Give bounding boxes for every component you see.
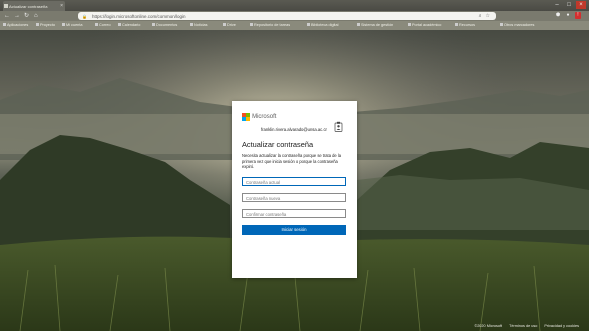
forward-icon[interactable]: → xyxy=(14,12,20,20)
bookmark-item[interactable]: Repositorio de tareas xyxy=(250,23,290,27)
privacy-link[interactable]: Privacidad y cookies xyxy=(544,324,579,328)
home-icon[interactable]: ⌂ xyxy=(34,12,38,20)
browser-toolbar: ← → ↻ ⌂ 🔒 https://login.microsoftonline.… xyxy=(0,11,589,21)
microsoft-logo: Microsoft xyxy=(242,113,276,121)
bookmark-item[interactable]: Calendario xyxy=(118,23,140,27)
extension-area: ⬢ ● ! xyxy=(555,12,581,19)
address-bar[interactable]: 🔒 https://login.microsoftonline.com/comm… xyxy=(78,12,496,20)
search-icon[interactable]: ⌕ xyxy=(479,12,482,20)
bookmark-item[interactable]: Sistema de gestión xyxy=(357,23,393,27)
bookmarks-bar: Aplicaciones Proyecto Mi cuenta Correo C… xyxy=(0,21,589,30)
tab-favicon-icon xyxy=(4,4,8,8)
maximize-icon[interactable]: □ xyxy=(564,1,574,9)
bookmark-item[interactable]: Documentos xyxy=(152,23,177,27)
logo-text: Microsoft xyxy=(252,113,277,120)
bookmark-item[interactable]: Portal académico xyxy=(408,23,441,27)
address-url: https://login.microsoftonline.com/common… xyxy=(92,13,186,19)
star-icon[interactable]: ☆ xyxy=(486,12,490,20)
bookmark-item[interactable]: Recursos xyxy=(455,23,475,27)
logo-square-green xyxy=(246,113,250,117)
bookmark-item[interactable]: Proyecto xyxy=(36,23,55,27)
login-card: Microsoft franklin.rivera.alvarado@unsa.… xyxy=(232,101,357,278)
terms-link[interactable]: Términos de uso xyxy=(509,324,537,328)
tab-close-icon[interactable]: × xyxy=(60,3,63,9)
copyright-text: ©2020 Microsoft xyxy=(474,324,503,328)
bookmark-item[interactable]: Mi cuenta xyxy=(62,23,82,27)
lock-icon: 🔒 xyxy=(82,13,87,19)
bookmark-item[interactable]: Aplicaciones xyxy=(3,23,28,27)
profile-icon[interactable]: ● xyxy=(565,12,571,19)
logo-square-yellow xyxy=(246,117,250,121)
microsoft-logo-icon xyxy=(242,113,250,121)
sign-in-button[interactable]: Iniciar sesión xyxy=(242,225,346,235)
account-email: franklin.rivera.alvarado@unsa.ac.cr xyxy=(261,127,327,132)
browser-titlebar: Actualizar contraseña × – □ × xyxy=(0,0,589,11)
notification-badge-icon[interactable]: ! xyxy=(575,12,581,19)
account-badge-icon xyxy=(334,121,343,132)
reload-icon[interactable]: ↻ xyxy=(24,12,29,20)
bookmark-item[interactable]: Correo xyxy=(95,23,111,27)
tab-title: Actualizar contraseña xyxy=(9,4,48,9)
minimize-icon[interactable]: – xyxy=(552,1,562,9)
window-controls: – □ × xyxy=(552,1,586,9)
page-title: Actualizar contraseña xyxy=(242,140,314,149)
bookmark-item[interactable]: Otros marcadores xyxy=(500,23,534,27)
page-footer: ©2020 Microsoft Términos de uso Privacid… xyxy=(474,324,579,328)
logo-square-red xyxy=(242,113,246,117)
extension-icon[interactable]: ⬢ xyxy=(555,12,561,19)
bookmark-item[interactable]: Noticias xyxy=(190,23,208,27)
bookmark-item[interactable]: Drive xyxy=(223,23,236,27)
back-icon[interactable]: ← xyxy=(4,12,10,20)
current-password-field[interactable]: Contraseña actual xyxy=(242,177,346,186)
logo-square-blue xyxy=(242,117,246,121)
browser-tab[interactable]: Actualizar contraseña × xyxy=(3,1,65,11)
instructions-text: Necesita actualizar la contraseña porque… xyxy=(242,153,341,170)
close-window-icon[interactable]: × xyxy=(576,1,586,9)
bookmark-item[interactable]: Biblioteca digital xyxy=(307,23,338,27)
confirm-password-field[interactable]: Confirmar contraseña xyxy=(242,209,346,218)
new-password-field[interactable]: Contraseña nueva xyxy=(242,193,346,202)
